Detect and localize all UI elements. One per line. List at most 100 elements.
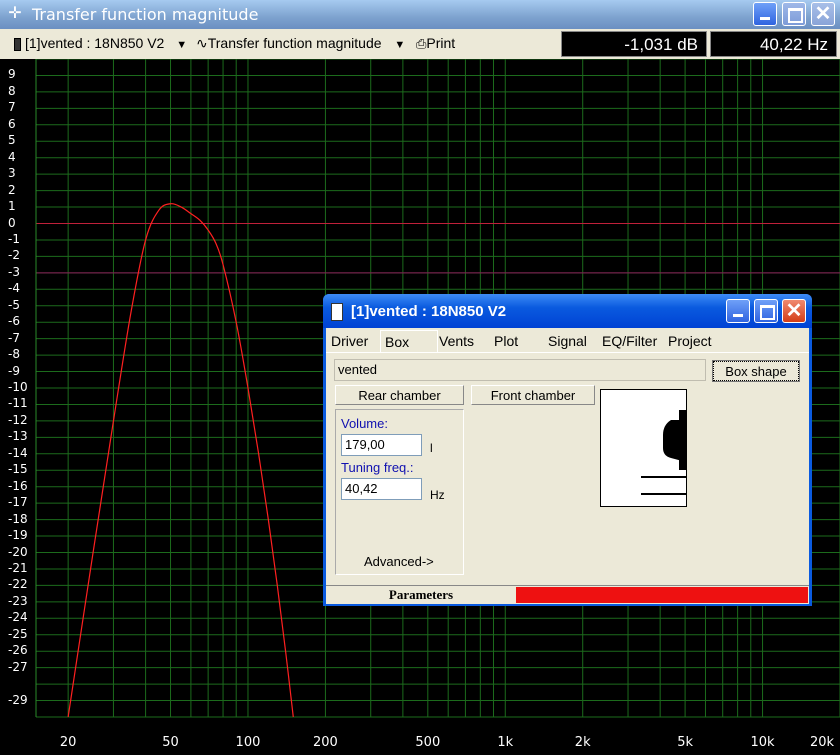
print-label: Print — [426, 35, 456, 51]
dialog-close-button[interactable]: ✕ — [782, 299, 806, 323]
x-tick-label: 1k — [497, 735, 514, 750]
dialog-maximize-button[interactable] — [754, 299, 778, 323]
wave-icon: ∿ — [196, 35, 208, 51]
close-button[interactable]: ✕ — [811, 2, 835, 26]
box-shape-button[interactable]: Box shape — [712, 360, 800, 382]
crosshair-icon: ✛ — [8, 5, 22, 22]
dialog-body: Driver Box Vents Plot Signal EQ/Filter P… — [326, 328, 809, 604]
advanced-link[interactable]: Advanced-> — [364, 554, 434, 569]
dialog-title-bar[interactable]: [1]vented : 18N850 V2 ✕ — [323, 294, 812, 328]
tab-vents[interactable]: Vents — [439, 330, 489, 352]
y-tick-label: 3 — [8, 166, 16, 181]
rear-chamber-button[interactable]: Rear chamber — [335, 385, 464, 405]
y-tick-label: -1 — [8, 231, 20, 246]
dialog-minimize-button[interactable] — [726, 299, 750, 323]
status-label: Parameters — [388, 587, 454, 602]
x-tick-label: 10k — [750, 735, 775, 750]
y-tick-label: -25 — [8, 626, 28, 641]
y-tick-label: -15 — [8, 462, 28, 477]
y-tick-label: -22 — [8, 577, 28, 592]
y-tick-label: 0 — [8, 215, 16, 230]
tab-box[interactable]: Box — [380, 330, 438, 353]
tab-project[interactable]: Project — [668, 330, 728, 352]
y-tick-label: -7 — [8, 330, 20, 345]
db-readout: -1,031 dB — [561, 31, 707, 57]
y-tick-label: -14 — [8, 445, 28, 460]
project-select-label: [1]vented : 18N850 V2 — [25, 35, 165, 51]
front-chamber-button[interactable]: Front chamber — [471, 385, 595, 405]
box-parameters-dialog: [1]vented : 18N850 V2 ✕ Driver Box Vents… — [323, 294, 812, 606]
y-tick-label: 1 — [8, 199, 16, 214]
y-tick-label: -27 — [8, 659, 28, 674]
y-tick-label: -12 — [8, 412, 28, 427]
y-tick-label: 2 — [8, 182, 16, 197]
speaker-icon — [14, 37, 21, 51]
magnitude-curve — [67, 203, 294, 718]
dialog-title: [1]vented : 18N850 V2 — [351, 303, 507, 320]
maximize-button[interactable] — [782, 2, 806, 26]
plot-type-dropdown[interactable]: ∿Transfer function magnitude ▼ — [196, 31, 405, 55]
y-tick-label: 5 — [8, 133, 16, 148]
y-tick-label: 7 — [8, 100, 16, 115]
y-tick-label: 6 — [8, 116, 16, 131]
y-tick-label: -10 — [8, 380, 28, 394]
y-tick-label: -19 — [8, 528, 28, 543]
project-dropdown[interactable]: [1]vented : 18N850 V2 ▼ — [14, 31, 187, 55]
y-tick-label: -3 — [8, 264, 20, 279]
tab-driver[interactable]: Driver — [331, 330, 379, 352]
y-tick-label: -29 — [8, 692, 28, 707]
rear-chamber-panel: Volume: 179,00 l Tuning freq.: 40,42 Hz … — [335, 409, 464, 575]
y-tick-label: -2 — [8, 248, 20, 263]
print-button[interactable]: ⎙Print — [416, 31, 455, 55]
x-tick-label: 200 — [313, 735, 338, 750]
window-title: Transfer function magnitude — [32, 5, 259, 24]
printer-icon: ⎙ — [416, 36, 427, 51]
y-tick-label: -20 — [8, 544, 28, 559]
y-tick-label: 8 — [8, 83, 16, 98]
hz-readout: 40,22 Hz — [710, 31, 837, 57]
x-tick-label: 20k — [809, 735, 835, 750]
tab-eq-filter[interactable]: EQ/Filter — [602, 330, 666, 352]
x-tick-label: 500 — [415, 735, 441, 750]
y-tick-label: -24 — [8, 610, 28, 625]
y-tick-label: -26 — [8, 643, 28, 658]
tab-divider — [326, 352, 809, 353]
chevron-down-icon: ▼ — [176, 39, 188, 51]
box-shape-preview — [600, 389, 687, 507]
y-tick-label: -16 — [8, 478, 28, 493]
minimize-button[interactable] — [753, 2, 777, 26]
y-tick-label: -11 — [8, 396, 28, 411]
main-window: ✛ Transfer function magnitude ✕ [1]vente… — [0, 0, 840, 755]
y-tick-label: -9 — [8, 363, 20, 378]
speaker-icon — [331, 303, 343, 321]
x-tick-label: 50 — [162, 735, 179, 750]
tuning-freq-label: Tuning freq.: — [341, 460, 414, 475]
y-tick-label: -21 — [8, 560, 28, 575]
y-tick-label: 4 — [8, 149, 16, 164]
status-progress-bar — [516, 587, 808, 603]
box-type-field[interactable]: vented — [334, 359, 706, 381]
tab-signal[interactable]: Signal — [548, 330, 598, 352]
y-tick-label: -6 — [8, 314, 20, 329]
tab-plot[interactable]: Plot — [494, 330, 544, 352]
y-tick-label: -23 — [8, 593, 28, 608]
x-tick-label: 5k — [677, 735, 693, 750]
x-tick-label: 20 — [59, 735, 77, 750]
volume-label: Volume: — [341, 416, 388, 431]
tuning-freq-unit: Hz — [430, 488, 445, 502]
status-bar: Parameters — [326, 585, 809, 604]
x-tick-label: 100 — [235, 735, 261, 750]
volume-input[interactable]: 179,00 — [341, 434, 422, 456]
driver-box-diagram — [641, 410, 686, 495]
y-tick-label: -17 — [8, 495, 28, 510]
y-tick-label: -8 — [8, 347, 20, 362]
y-tick-label: 9 — [8, 67, 16, 82]
y-tick-label: -4 — [8, 281, 20, 296]
volume-unit: l — [430, 441, 433, 455]
tuning-freq-input[interactable]: 40,42 — [341, 478, 422, 500]
plot-select-label: Transfer function magnitude — [207, 35, 382, 51]
y-tick-label: -13 — [8, 429, 28, 444]
y-tick-label: -5 — [8, 297, 20, 312]
y-tick-label: -18 — [8, 511, 28, 526]
title-bar[interactable]: ✛ Transfer function magnitude ✕ — [0, 0, 840, 29]
